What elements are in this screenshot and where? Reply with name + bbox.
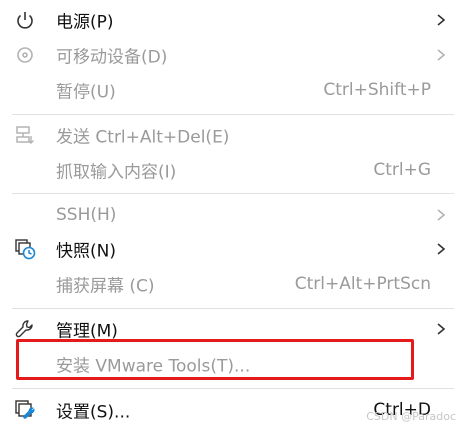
- menu-item-label: SSH(H): [56, 205, 117, 225]
- menu-item-label: 捕获屏幕 (C): [56, 276, 155, 297]
- chevron-right-icon: [437, 243, 446, 255]
- settings-icon: [15, 400, 35, 419]
- menu-item-label: 抓取输入内容(I): [56, 162, 177, 183]
- menu-item-pause[interactable]: 暂停(U) Ctrl+Shift+P: [0, 72, 466, 108]
- menu-item-power[interactable]: 电源(P): [0, 2, 466, 38]
- menu-separator: [12, 388, 454, 389]
- menu-item-ssh[interactable]: SSH(H): [0, 197, 466, 233]
- menu-item-snapshot[interactable]: 快照(N): [0, 231, 466, 267]
- menu-item-removable-devices[interactable]: 可移动设备(D): [0, 37, 466, 73]
- menu-item-label: 电源(P): [56, 12, 114, 33]
- snapshot-icon: [15, 239, 36, 260]
- chevron-right-icon: [437, 49, 446, 61]
- menu-item-label: 设置(S)...: [56, 402, 131, 423]
- chevron-right-icon: [437, 14, 446, 26]
- menu-separator: [12, 193, 454, 194]
- menu-item-grab-input[interactable]: 抓取输入内容(I) Ctrl+G: [0, 152, 466, 188]
- menu-separator: [12, 308, 454, 309]
- menu-item-label: 暂停(U): [56, 82, 116, 103]
- menu-item-send-ctrl-alt-del[interactable]: 发送 Ctrl+Alt+Del(E): [0, 117, 466, 153]
- menu-separator: [12, 114, 454, 115]
- menu-item-label: 发送 Ctrl+Alt+Del(E): [56, 127, 230, 148]
- menu-item-label: 可移动设备(D): [56, 47, 168, 68]
- power-icon: [17, 12, 33, 29]
- send-keys-icon: [16, 126, 34, 144]
- wrench-icon: [15, 320, 33, 338]
- menu-item-label: 快照(N): [56, 241, 116, 262]
- shortcut-label: Ctrl+G: [373, 160, 431, 180]
- annotation-highlight-box: [16, 339, 414, 380]
- shortcut-label: Ctrl+Shift+P: [323, 80, 431, 100]
- menu-item-capture-screen[interactable]: 捕获屏幕 (C) Ctrl+Alt+PrtScn: [0, 266, 466, 302]
- shortcut-label: Ctrl+Alt+PrtScn: [294, 274, 431, 294]
- disc-icon: [17, 47, 33, 63]
- chevron-right-icon: [437, 323, 446, 335]
- watermark-text: CSDN @Paradoc: [366, 410, 456, 423]
- menu-item-label: 管理(M): [56, 321, 118, 342]
- chevron-right-icon: [437, 209, 446, 221]
- vm-context-menu: 电源(P) 可移动设备(D) 暂停(U) Ctrl+Shift+P 发送 Ctr…: [0, 0, 466, 429]
